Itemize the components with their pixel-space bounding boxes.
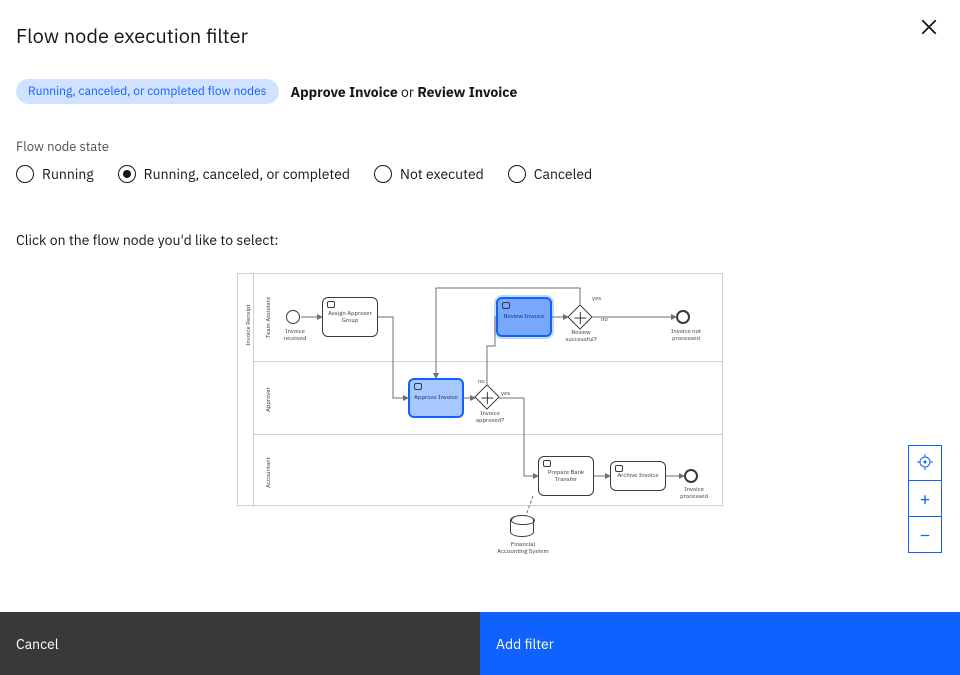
gateway-label: Invoice approved? (470, 410, 510, 423)
edge-label-yes2: yes (501, 389, 510, 397)
gateway-label: Review successful? (560, 329, 602, 342)
task-approve-invoice[interactable]: Approve Invoice (408, 378, 464, 418)
filter-criteria-row: Running, canceled, or completed flow nod… (16, 79, 944, 104)
state-section-label: Flow node state (16, 138, 944, 155)
zoom-in-button[interactable]: + (908, 481, 942, 517)
end-event-label: Invoice processed (674, 486, 714, 500)
start-event-label: Invoice received (278, 328, 312, 342)
lane-divider-2 (253, 434, 723, 435)
task-label: Prepare Bank Transfer (541, 469, 591, 483)
data-store-label: Financial Accounting System (497, 541, 549, 555)
modal-title: Flow node execution filter (16, 22, 944, 49)
bpmn-edges (238, 274, 724, 614)
button-label: Add filter (496, 635, 554, 653)
close-icon (920, 21, 938, 41)
gateway-review-successful[interactable] (567, 304, 592, 329)
task-assign-approver-group[interactable]: Assign Approver Group (322, 297, 378, 337)
lane-label-1: Team Assistant (264, 297, 272, 338)
radio-running[interactable]: Running (16, 165, 94, 183)
close-button[interactable] (920, 18, 938, 41)
radio-icon (16, 165, 34, 183)
zoom-out-button[interactable]: − (908, 517, 942, 553)
user-task-icon (543, 460, 551, 467)
criteria-node-2: Review Invoice (417, 83, 517, 101)
lane-label-3: Accountant (264, 457, 272, 488)
modal-flow-node-execution-filter: Flow node execution filter Running, canc… (0, 0, 960, 675)
task-review-invoice[interactable]: Review Invoice (496, 297, 552, 337)
pool-label: Invoice Receipt (244, 304, 252, 346)
select-hint: Click on the flow node you'd like to sel… (16, 231, 944, 249)
diagram-controls: + − (908, 445, 942, 553)
plus-icon: + (920, 487, 931, 510)
end-event-processed-icon[interactable] (684, 469, 698, 483)
cancel-button[interactable]: Cancel (0, 612, 480, 675)
task-label: Review Invoice (504, 313, 545, 320)
data-store-financial-system-icon[interactable] (510, 515, 534, 537)
user-task-icon (327, 301, 335, 308)
radio-icon (508, 165, 526, 183)
end-event-not-processed-icon[interactable] (676, 310, 690, 324)
target-icon (917, 452, 933, 475)
modal-footer: Cancel Add filter (0, 612, 960, 675)
modal-header: Flow node execution filter Running, canc… (0, 0, 960, 249)
state-pill[interactable]: Running, canceled, or completed flow nod… (16, 79, 279, 104)
service-task-icon (615, 465, 623, 472)
task-label: Archive Invoice (617, 472, 658, 479)
radio-icon (118, 165, 136, 183)
start-event-icon[interactable] (286, 310, 300, 324)
button-label: Cancel (16, 635, 59, 653)
user-task-icon (502, 302, 510, 309)
user-task-icon (414, 383, 422, 390)
radio-label: Running (42, 165, 94, 183)
radio-label: Canceled (534, 165, 592, 183)
radio-label: Running, canceled, or completed (144, 165, 350, 183)
task-label: Assign Approver Group (325, 310, 375, 324)
edge-label-yes1: yes (592, 294, 601, 302)
add-filter-button[interactable]: Add filter (480, 612, 960, 675)
minus-icon: − (920, 523, 931, 546)
radio-not-executed[interactable]: Not executed (374, 165, 484, 183)
task-prepare-bank-transfer[interactable]: Prepare Bank Transfer (538, 456, 594, 496)
bpmn-diagram-area[interactable]: Invoice Receipt Team Assistant Approver … (0, 259, 928, 609)
fit-to-screen-button[interactable] (908, 445, 942, 481)
lane-label-2: Approver (264, 387, 272, 412)
radio-label: Not executed (400, 165, 484, 183)
radio-icon (374, 165, 392, 183)
criteria-text: Approve Invoice or Review Invoice (291, 83, 518, 101)
state-radio-group: Running Running, canceled, or completed … (16, 165, 944, 183)
radio-canceled[interactable]: Canceled (508, 165, 592, 183)
pool-divider (253, 274, 254, 507)
criteria-node-1: Approve Invoice (291, 83, 398, 101)
criteria-sep: or (401, 83, 414, 101)
edge-label-no1: no (601, 315, 608, 323)
gateway-invoice-approved[interactable] (474, 384, 499, 409)
edge-label-no2: no (478, 377, 485, 385)
task-label: Approve Invoice (414, 394, 458, 401)
end-event-label: Invoice not processed (664, 328, 708, 342)
lane-divider-1 (253, 361, 723, 362)
radio-running-canceled-completed[interactable]: Running, canceled, or completed (118, 165, 350, 183)
task-archive-invoice[interactable]: Archive Invoice (610, 461, 666, 491)
bpmn-pool: Invoice Receipt Team Assistant Approver … (237, 273, 723, 506)
